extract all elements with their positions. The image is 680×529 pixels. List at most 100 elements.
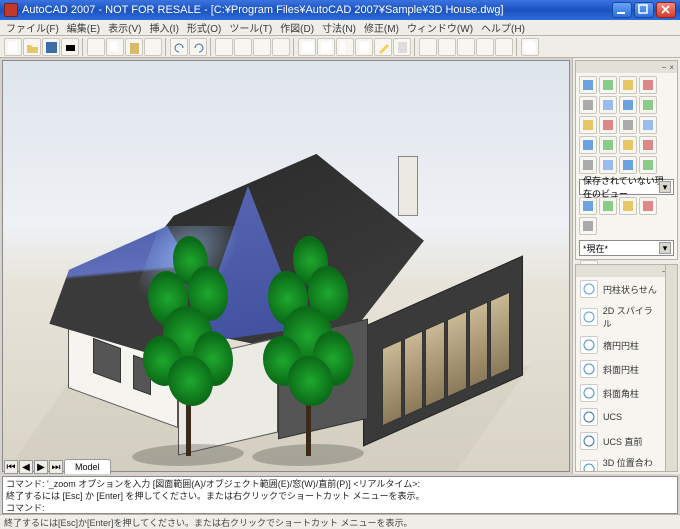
dashboard-button[interactable] xyxy=(599,156,617,174)
dashboard-button[interactable] xyxy=(579,136,597,154)
tool-palette-item[interactable]: 楕円円柱 xyxy=(576,333,665,357)
menu-item[interactable]: 作図(D) xyxy=(280,20,314,35)
sheet-button[interactable] xyxy=(355,38,373,56)
dashboard-button[interactable] xyxy=(599,96,617,114)
dashboard-button[interactable] xyxy=(639,76,657,94)
redo-button[interactable] xyxy=(189,38,207,56)
menu-item[interactable]: ツール(T) xyxy=(229,20,272,35)
dashboard-button[interactable] xyxy=(619,156,637,174)
pan2-button[interactable] xyxy=(419,38,437,56)
menu-item[interactable]: ウィンドウ(W) xyxy=(407,20,473,35)
dashboard-button[interactable] xyxy=(579,217,597,235)
dropdown-value: *現在* xyxy=(583,242,608,255)
dashboard-button[interactable] xyxy=(599,76,617,94)
open-button[interactable] xyxy=(23,38,41,56)
dcenter-button[interactable] xyxy=(317,38,335,56)
match-button[interactable] xyxy=(144,38,162,56)
window-title: AutoCAD 2007 - NOT FOR RESALE - [C:¥Prog… xyxy=(22,4,504,16)
tool-label: UCS xyxy=(603,412,622,422)
dashboard-button[interactable] xyxy=(579,76,597,94)
dashboard-button[interactable] xyxy=(579,116,597,134)
tool-palette-item[interactable]: 斜面角柱 xyxy=(576,381,665,405)
tab-next-icon[interactable]: ▶ xyxy=(34,460,48,474)
zrt-button[interactable] xyxy=(438,38,456,56)
drawing-viewport[interactable] xyxy=(2,60,570,472)
layout-tabs: ⏮ ◀ ▶ ⏭ Model xyxy=(4,457,111,474)
layout-tab-model[interactable]: Model xyxy=(64,459,111,474)
prop-button[interactable] xyxy=(298,38,316,56)
tool-palette-item[interactable]: 斜面円柱 xyxy=(576,357,665,381)
paste-button[interactable] xyxy=(125,38,143,56)
zprev-button[interactable] xyxy=(457,38,475,56)
zoomw-button[interactable] xyxy=(253,38,271,56)
dashboard-button[interactable] xyxy=(579,156,597,174)
dashboard-button[interactable] xyxy=(619,116,637,134)
dashboard-button[interactable] xyxy=(599,116,617,134)
tool-icon xyxy=(580,336,598,354)
maximize-button[interactable] xyxy=(634,2,654,18)
cut-button[interactable] xyxy=(87,38,105,56)
tool-palette-item[interactable]: 3D 位置合わせ xyxy=(576,453,665,472)
dashboard-button[interactable] xyxy=(619,136,637,154)
menu-item[interactable]: ヘルプ(H) xyxy=(481,20,525,35)
palette-close-icon[interactable]: × xyxy=(669,63,674,72)
menu-item[interactable]: 寸法(N) xyxy=(322,20,356,35)
dashboard-button[interactable] xyxy=(619,76,637,94)
tool-label: 3D 位置合わせ xyxy=(603,456,661,472)
chevron-down-icon[interactable]: ▾ xyxy=(659,181,671,193)
tool-palette-item[interactable]: UCS xyxy=(576,405,665,429)
tree-icon xyxy=(143,236,233,456)
undo-button[interactable] xyxy=(170,38,188,56)
menu-item[interactable]: 編集(E) xyxy=(67,20,100,35)
palette-min-icon[interactable]: − xyxy=(662,63,667,72)
menu-item[interactable]: 挿入(I) xyxy=(149,20,178,35)
minimize-button[interactable] xyxy=(612,2,632,18)
tool-icon xyxy=(580,308,598,326)
tool-icon xyxy=(580,432,598,450)
dashboard-palette: −× 保存されていない現在のビュー ▾ *現在* ▾ ☀ ◐ 中 ▾ xyxy=(575,60,678,260)
print-button[interactable] xyxy=(61,38,79,56)
tool-icon xyxy=(580,360,598,378)
dashboard-button[interactable] xyxy=(639,116,657,134)
app-icon xyxy=(4,3,18,17)
tab-last-icon[interactable]: ⏭ xyxy=(49,460,63,474)
dashboard-button[interactable] xyxy=(639,96,657,114)
dashboard-button[interactable] xyxy=(619,96,637,114)
copy-button[interactable] xyxy=(106,38,124,56)
dashboard-button[interactable] xyxy=(639,156,657,174)
save-button[interactable] xyxy=(42,38,60,56)
tool-palette-item[interactable]: 円柱状らせん xyxy=(576,277,665,301)
tool-icon xyxy=(580,384,598,402)
menu-item[interactable]: ファイル(F) xyxy=(6,20,59,35)
tab-prev-icon[interactable]: ◀ xyxy=(19,460,33,474)
new-button[interactable] xyxy=(4,38,22,56)
markup-button[interactable] xyxy=(374,38,392,56)
menu-item[interactable]: 表示(V) xyxy=(108,20,141,35)
dashboard-button[interactable] xyxy=(599,136,617,154)
dashboard-button[interactable] xyxy=(639,136,657,154)
chevron-down-icon[interactable]: ▾ xyxy=(659,242,671,254)
zoomp-button[interactable] xyxy=(272,38,290,56)
dashboard-button[interactable] xyxy=(579,96,597,114)
tool-icon xyxy=(580,280,598,298)
menu-item[interactable]: 修正(M) xyxy=(364,20,399,35)
help-button[interactable]: ? xyxy=(521,38,539,56)
tool-palette-item[interactable]: UCS 直前 xyxy=(576,429,665,453)
tool-label: 円柱状らせん xyxy=(603,283,657,296)
tool-label: 楕円円柱 xyxy=(603,339,639,352)
command-window[interactable]: コマンド: '_zoom オプションを入力 [図面範囲(A)/オブジェクト範囲(… xyxy=(2,476,678,514)
zwin-button[interactable] xyxy=(476,38,494,56)
calc-button[interactable] xyxy=(393,38,411,56)
visual-style-dropdown[interactable]: *現在* ▾ xyxy=(579,240,674,256)
tool-palette-item[interactable]: 2D スパイラル xyxy=(576,301,665,333)
close-button[interactable] xyxy=(656,2,676,18)
menu-item[interactable]: 形式(O) xyxy=(187,20,221,35)
ze-button[interactable] xyxy=(495,38,513,56)
tpalette-button[interactable] xyxy=(336,38,354,56)
zoomr-button[interactable] xyxy=(234,38,252,56)
palette-tabs[interactable] xyxy=(665,265,677,471)
pan-button[interactable] xyxy=(215,38,233,56)
house-model xyxy=(3,61,569,471)
tab-first-icon[interactable]: ⏮ xyxy=(4,460,18,474)
saved-view-dropdown[interactable]: 保存されていない現在のビュー ▾ xyxy=(579,179,674,195)
